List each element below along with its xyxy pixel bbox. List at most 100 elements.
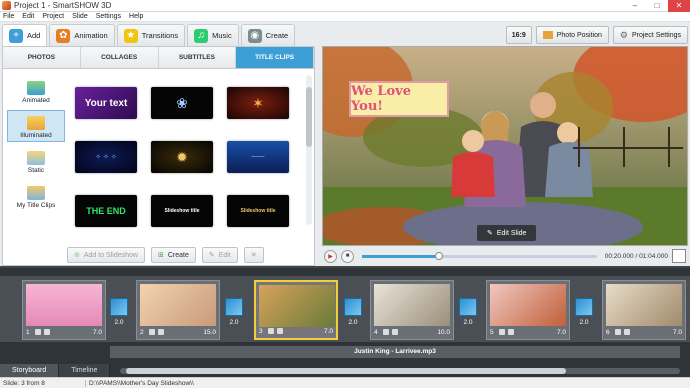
clip-text: THE END [86,206,126,216]
create-icon: ◉ [247,28,262,43]
sound-icon [391,329,398,335]
title-clip[interactable]: Slideshow title [227,195,289,227]
category-static[interactable]: Static [7,145,65,177]
transition[interactable]: 2.0 [342,298,364,332]
minimize-button[interactable]: – [624,0,646,12]
title-categories: Animated Illuminated Static My Title Cli… [7,75,65,215]
category-my-title-clips[interactable]: My Title Clips [7,180,65,212]
music-track[interactable]: Justin King - Larrivee.mp3 [110,346,680,358]
title-clip[interactable]: ✶ [227,87,289,119]
playback-knob[interactable] [435,251,444,260]
tab-photos[interactable]: PHOTOS [3,47,81,68]
clip-scrollbar[interactable] [306,75,312,225]
transition[interactable]: 2.0 [108,298,130,332]
transition-duration: 2.0 [579,319,589,326]
transition[interactable]: 2.0 [573,298,595,332]
transition[interactable]: 2.0 [223,298,245,332]
title-clip[interactable]: ─── [227,141,289,173]
category-animated[interactable]: Animated [7,75,65,107]
title-clip[interactable]: Slideshow title [151,195,213,227]
menu-project[interactable]: Project [42,13,64,20]
sound-icon [276,328,283,334]
project-settings-label: Project Settings [631,31,681,39]
edit-icon [148,329,155,335]
slide-number: 3 [259,327,263,335]
tab-transitions[interactable]: ★ Transitions [116,24,186,46]
delete-clip-button[interactable]: ✕ [243,247,264,263]
clip-text: ─── [251,154,265,160]
gear-icon: ⚙ [619,29,628,40]
stop-button[interactable]: ■ [341,249,354,263]
slide-preview[interactable]: We Love You! ✎ Edit Slide [322,46,688,246]
storyboard-scrollbar[interactable] [120,367,681,374]
slide-duration: 7.0 [92,328,102,336]
category-static-label: Static [27,167,45,174]
title-clip[interactable]: ❀ [151,87,213,119]
status-bar: Slide: 3 from 8 D:\\PAMS\\Mother's Day S… [0,377,690,388]
playback-progress [362,254,440,258]
slide-count: Slide: 3 from 8 [0,379,86,387]
title-overlay[interactable]: We Love You! [349,81,449,117]
slide-thumbnail [606,284,682,326]
menu-settings[interactable]: Settings [96,13,121,20]
tab-collages[interactable]: COLLAGES [81,47,159,68]
close-button[interactable]: ✕ [668,0,690,12]
slide-number: 2 [140,328,144,336]
maximize-button[interactable]: □ [646,0,668,12]
edit-clip-button[interactable]: ✎ Edit [201,247,238,263]
title-clip[interactable]: Your text [75,87,137,119]
clip-text: ✶ [252,94,264,111]
menu-help[interactable]: Help [129,13,143,20]
slide-thumb[interactable]: 2 15.0 [136,280,220,340]
tab-storyboard[interactable]: Storyboard [0,364,60,377]
add-to-slideshow-button[interactable]: ⊕ Add to Slideshow [67,247,145,263]
family-photo [323,47,687,245]
title-clip[interactable]: THE END [75,195,137,227]
title-clip[interactable]: ✹ [151,141,213,173]
tab-timeline[interactable]: Timeline [59,364,111,377]
create-clip-icon: ⊞ [157,252,164,259]
sound-icon [507,329,514,335]
fullscreen-button[interactable] [672,249,686,263]
clip-text: ❀ [176,94,188,111]
tab-subtitles[interactable]: SUBTITLES [159,47,237,68]
playback-timeline[interactable] [362,251,597,260]
menu-bar: File Edit Project Slide Settings Help [0,12,690,22]
transition[interactable]: 2.0 [457,298,479,332]
slide-thumb[interactable]: 5 7.0 [486,280,570,340]
create-clip-button[interactable]: ⊞ Create [150,247,196,263]
create-clip-label: Create [167,251,189,259]
slide-number: 1 [26,328,30,336]
tab-animation[interactable]: ✿ Animation [49,24,115,46]
tab-title-clips[interactable]: TITLE CLIPS [236,47,314,68]
clip-text: Slideshow title [164,208,200,214]
pencil-icon: ✎ [487,230,493,237]
aspect-ratio-button[interactable]: 16:9 [505,26,532,44]
slide-thumb[interactable]: 4 10.0 [370,280,454,340]
play-button[interactable]: ▶ [324,249,337,263]
edit-slide-button[interactable]: ✎ Edit Slide [477,225,537,241]
transition-duration: 2.0 [114,319,124,326]
tab-add[interactable]: + Add [2,24,48,46]
slide-thumb[interactable]: 1 7.0 [22,280,106,340]
tab-music-label: Music [212,31,232,40]
slide-thumbnail [26,284,102,326]
photo-position-button[interactable]: Photo Position [535,26,609,44]
category-illuminated[interactable]: Illuminated [7,110,65,142]
slide-thumb-selected[interactable]: 3 7.0 [254,280,338,340]
slide-duration: 10.0 [437,328,450,336]
menu-file[interactable]: File [3,13,14,20]
edit-icon [614,329,621,335]
slide-thumb[interactable]: 6 7.0 [602,280,686,340]
menu-slide[interactable]: Slide [72,13,88,20]
edit-icon [267,328,274,334]
title-clip[interactable]: ✧ ✧ ✧ [75,141,137,173]
edit-icon [382,329,389,335]
tab-create[interactable]: ◉ Create [240,24,296,46]
tab-music[interactable]: ♫ Music [187,24,239,46]
menu-edit[interactable]: Edit [22,13,34,20]
project-settings-button[interactable]: ⚙ Project Settings [612,26,688,44]
slide-duration: 7.0 [556,328,566,336]
category-illuminated-label: Illuminated [20,132,52,139]
main-tabs: + Add ✿ Animation ★ Transitions ♫ Music … [0,22,316,46]
